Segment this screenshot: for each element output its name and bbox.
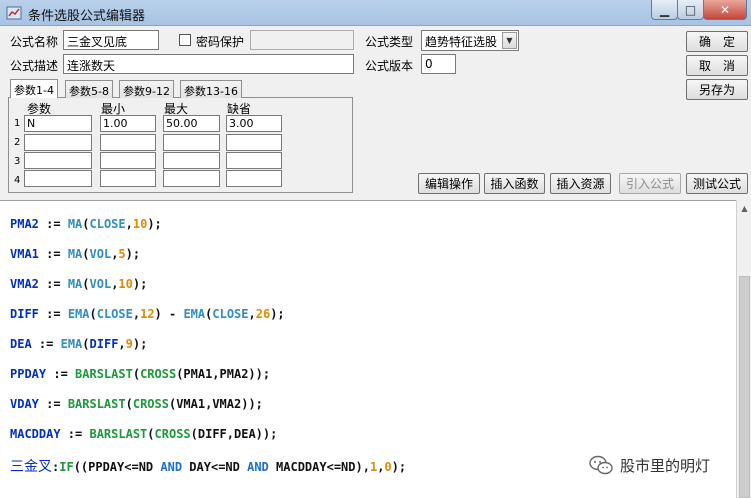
param-max-cell[interactable] xyxy=(163,152,220,169)
close-button[interactable]: ✕ xyxy=(703,0,747,20)
param-max-cell[interactable] xyxy=(163,134,220,151)
param-default-cell[interactable] xyxy=(226,152,282,169)
insert-function-button[interactable]: 插入函数 xyxy=(484,173,545,194)
param-min-cell[interactable] xyxy=(100,134,156,151)
code-line: 三金叉:IF((PPDAY<=ND AND DAY<=ND AND MACDDA… xyxy=(10,459,407,475)
insert-resource-button[interactable]: 插入资源 xyxy=(550,173,611,194)
maximize-button[interactable]: □ xyxy=(677,0,704,20)
app-icon xyxy=(6,6,22,20)
tab-params-1-4[interactable]: 参数1-4 xyxy=(10,79,58,98)
param-row-number: 2 xyxy=(14,137,21,148)
param-row-number: 4 xyxy=(14,175,21,186)
formula-type-value: 趋势特征选股 xyxy=(425,35,498,49)
password-input[interactable] xyxy=(250,30,354,50)
password-label: 密码保护 xyxy=(196,35,245,49)
formula-version-label: 公式版本 xyxy=(365,59,414,73)
tab-params-13-16[interactable]: 参数13-16 xyxy=(180,80,242,98)
watermark-text: 股市里的明灯 xyxy=(620,456,711,475)
param-row-number: 1 xyxy=(14,118,21,129)
title-bar: 条件选股公式编辑器 ▁ □ ✕ xyxy=(0,0,751,26)
code-line: MACDDAY := BARSLAST(CROSS(DIFF,DEA)); xyxy=(10,427,278,441)
import-formula-button[interactable]: 引入公式 xyxy=(619,173,681,194)
code-line: DEA := EMA(DIFF,9); xyxy=(10,337,148,351)
formula-name-label: 公式名称 xyxy=(10,35,59,49)
wechat-icon xyxy=(589,455,613,475)
minimize-button[interactable]: ▁ xyxy=(651,0,678,20)
formula-type-select[interactable]: 趋势特征选股 ▼ xyxy=(421,30,519,51)
param-min-cell[interactable] xyxy=(100,170,156,187)
param-max-cell[interactable]: 50.00 xyxy=(163,115,220,132)
password-checkbox[interactable] xyxy=(179,34,191,46)
param-name-cell[interactable] xyxy=(24,134,92,151)
param-default-cell[interactable] xyxy=(226,134,282,151)
formula-type-label: 公式类型 xyxy=(365,35,414,49)
param-max-cell[interactable] xyxy=(163,170,220,187)
formula-desc-label: 公式描述 xyxy=(10,59,59,73)
scroll-up-icon[interactable]: ▲ xyxy=(737,200,751,217)
code-line: DIFF := EMA(CLOSE,12) - EMA(CLOSE,26); xyxy=(10,307,285,321)
formula-desc-input[interactable]: 连涨数天 xyxy=(63,54,354,74)
code-line: VMA1 := MA(VOL,5); xyxy=(10,247,141,261)
editor-scrollbar[interactable]: ▲ xyxy=(736,200,751,498)
scrollbar-thumb[interactable] xyxy=(739,276,750,498)
param-row-number: 3 xyxy=(14,156,21,167)
param-name-cell[interactable] xyxy=(24,152,92,169)
param-name-cell[interactable] xyxy=(24,170,92,187)
tab-params-5-8[interactable]: 参数5-8 xyxy=(65,80,113,98)
code-line: PPDAY := BARSLAST(CROSS(PMA1,PMA2)); xyxy=(10,367,271,381)
param-default-cell[interactable] xyxy=(226,170,282,187)
cancel-button[interactable]: 取消 xyxy=(686,55,748,76)
chevron-down-icon: ▼ xyxy=(502,32,517,49)
window-title: 条件选股公式编辑器 xyxy=(28,9,146,24)
param-name-cell[interactable]: N xyxy=(24,115,92,132)
code-line: VDAY := BARSLAST(CROSS(VMA1,VMA2)); xyxy=(10,397,263,411)
code-line: PMA2 := MA(CLOSE,10); xyxy=(10,217,162,231)
watermark: 股市里的明灯 xyxy=(588,454,710,476)
param-min-cell[interactable]: 1.00 xyxy=(100,115,156,132)
formula-version-input[interactable]: 0 xyxy=(421,54,456,74)
param-default-cell[interactable]: 3.00 xyxy=(226,115,282,132)
edit-ops-button[interactable]: 编辑操作 xyxy=(418,173,480,194)
tab-params-9-12[interactable]: 参数9-12 xyxy=(119,80,174,98)
ok-button[interactable]: 确定 xyxy=(686,31,748,52)
code-line: VMA2 := MA(VOL,10); xyxy=(10,277,148,291)
param-min-cell[interactable] xyxy=(100,152,156,169)
test-formula-button[interactable]: 测试公式 xyxy=(686,173,748,194)
save-as-button[interactable]: 另存为 xyxy=(686,79,748,100)
formula-name-input[interactable]: 三金叉见底 xyxy=(63,30,159,50)
